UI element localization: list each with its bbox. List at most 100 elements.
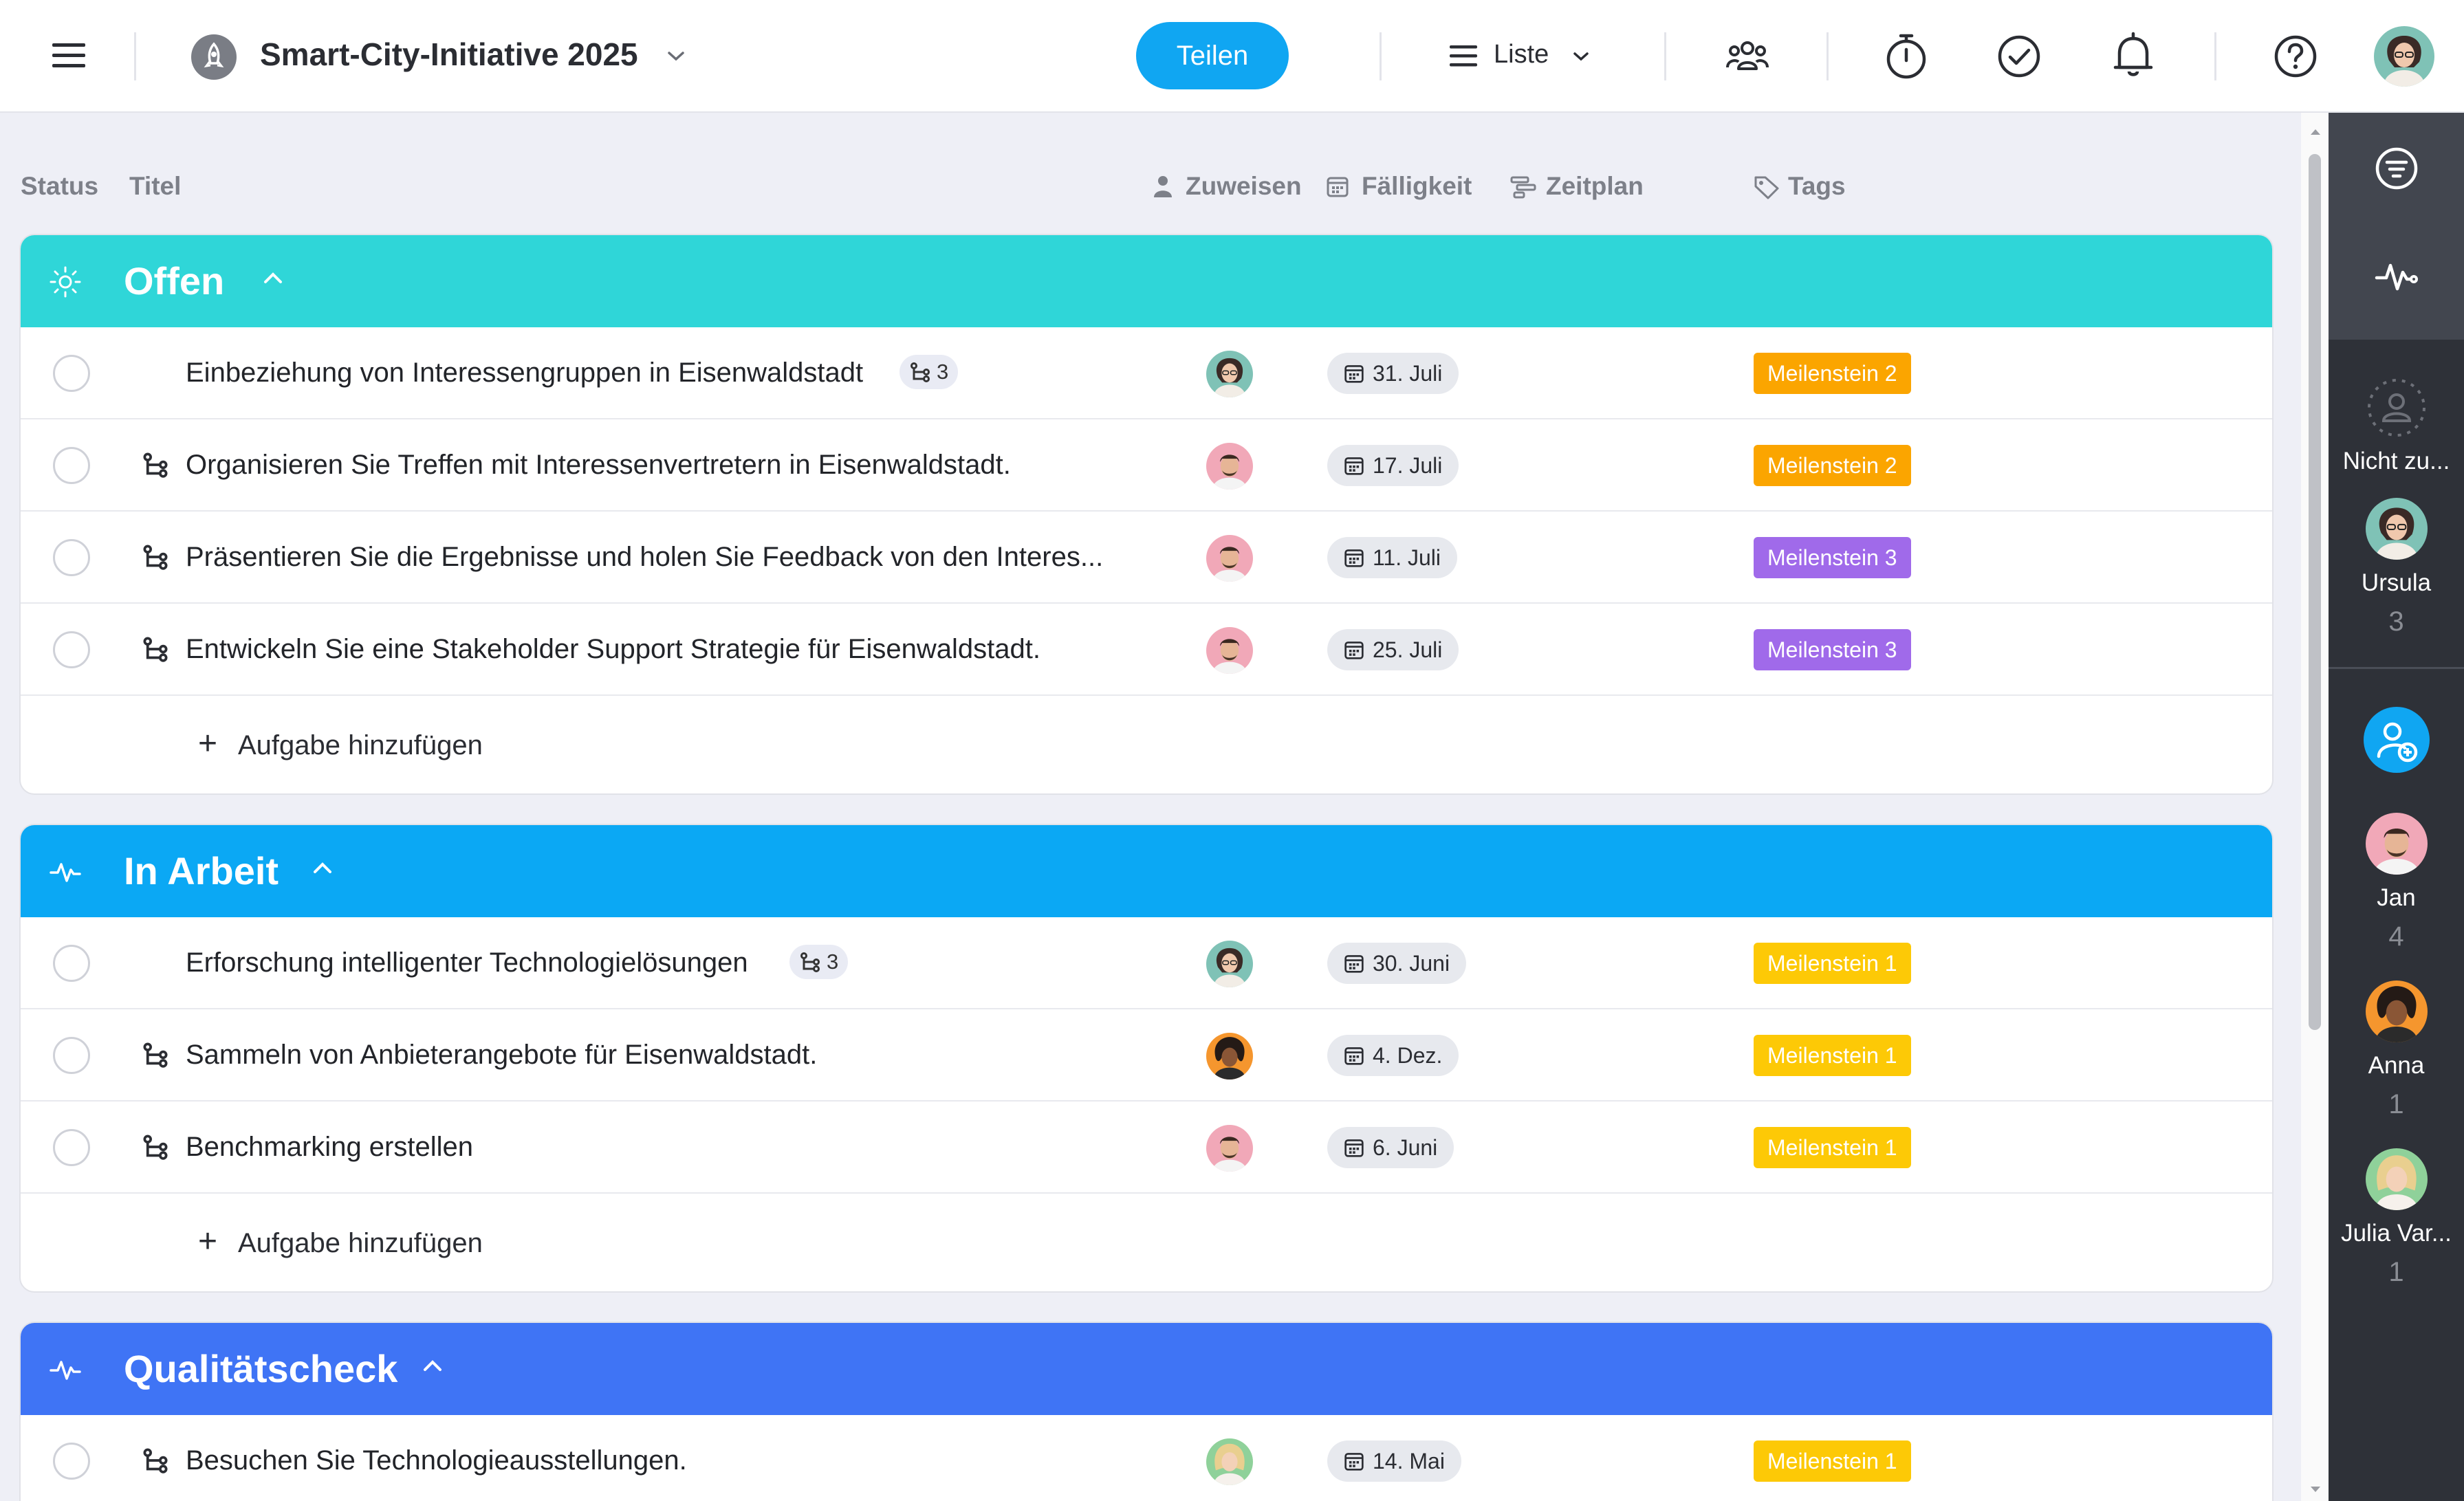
table-row[interactable]: Präsentieren Sie die Ergebnisse und hole… xyxy=(21,512,2272,604)
bell-icon[interactable] xyxy=(2113,32,2154,80)
filter-icon[interactable] xyxy=(2329,144,2464,193)
tag-badge[interactable]: Meilenstein 1 xyxy=(1754,943,1911,984)
column-assign[interactable]: Zuweisen xyxy=(1186,172,1302,201)
sidebar-person-anna[interactable]: Anna 1 xyxy=(2329,980,2464,1120)
add-task-row[interactable]: + Aufgabe hinzufügen xyxy=(21,696,2272,793)
column-status[interactable]: Status xyxy=(21,172,98,201)
scrollbar-thumb[interactable] xyxy=(2309,154,2321,1030)
task-title[interactable]: Organisieren Sie Treffen mit Interessenv… xyxy=(186,450,1011,481)
add-task-row[interactable]: + Aufgabe hinzufügen xyxy=(21,1194,2272,1291)
subtask-icon xyxy=(142,1041,169,1072)
subtask-count-badge[interactable]: 3 xyxy=(900,355,959,389)
assignee-avatar-ursula[interactable] xyxy=(1206,941,1253,987)
top-bar: Smart-City-Initiative 2025 Teilen Liste xyxy=(0,0,2464,113)
group-header[interactable]: In Arbeit xyxy=(21,825,2272,917)
task-checkbox[interactable] xyxy=(53,1037,90,1074)
activity-icon[interactable] xyxy=(2329,256,2464,297)
task-title[interactable]: Erforschung intelligenter Technologielös… xyxy=(186,947,748,978)
tag-badge[interactable]: Meilenstein 3 xyxy=(1754,629,1911,670)
task-title[interactable]: Benchmarking erstellen xyxy=(186,1132,473,1163)
add-user-button[interactable] xyxy=(2329,705,2464,774)
divider xyxy=(2214,32,2216,80)
scroll-down-icon[interactable] xyxy=(2309,1485,2322,1493)
subtask-icon xyxy=(142,635,169,666)
user-avatar[interactable] xyxy=(2374,26,2434,87)
team-icon[interactable] xyxy=(1725,37,1770,76)
column-schedule[interactable]: Zeitplan xyxy=(1546,172,1644,201)
task-checkbox[interactable] xyxy=(53,1129,90,1166)
assignee-avatar-julia[interactable] xyxy=(1206,1438,1253,1485)
assignee-avatar-jan[interactable] xyxy=(1206,443,1253,490)
column-tags[interactable]: Tags xyxy=(1788,172,1846,201)
calendar-icon xyxy=(1326,175,1349,204)
due-date-pill[interactable]: 31. Juli xyxy=(1327,353,1459,394)
assignee-avatar-ursula[interactable] xyxy=(1206,351,1253,397)
divider xyxy=(1380,32,1382,80)
group-header[interactable]: Qualitätscheck xyxy=(21,1323,2272,1415)
table-row[interactable]: Erforschung intelligenter Technologielös… xyxy=(21,917,2272,1009)
task-title[interactable]: Präsentieren Sie die Ergebnisse und hole… xyxy=(186,542,1103,573)
due-date-pill[interactable]: 30. Juni xyxy=(1327,943,1467,984)
tag-badge[interactable]: Meilenstein 3 xyxy=(1754,537,1911,578)
sidebar-person-julia[interactable]: Julia Var... 1 xyxy=(2329,1148,2464,1288)
tag-badge[interactable]: Meilenstein 2 xyxy=(1754,353,1911,394)
table-row[interactable]: Organisieren Sie Treffen mit Interessenv… xyxy=(21,419,2272,512)
task-checkbox[interactable] xyxy=(53,355,90,392)
task-title[interactable]: Besuchen Sie Technologieausstellungen. xyxy=(186,1445,687,1476)
sidebar-person-ursula[interactable]: Ursula 3 xyxy=(2329,498,2464,637)
plus-icon: + xyxy=(198,1223,218,1260)
due-date-pill[interactable]: 11. Juli xyxy=(1327,537,1458,578)
task-checkbox[interactable] xyxy=(53,631,90,668)
task-title[interactable]: Entwickeln Sie eine Stakeholder Support … xyxy=(186,634,1040,665)
list-icon[interactable] xyxy=(1448,43,1479,69)
sun-icon xyxy=(48,265,83,303)
share-button[interactable]: Teilen xyxy=(1136,22,1289,89)
due-date-pill[interactable]: 25. Juli xyxy=(1327,629,1459,670)
task-checkbox[interactable] xyxy=(53,539,90,576)
add-task-label[interactable]: Aufgabe hinzufügen xyxy=(238,1228,483,1259)
assignee-avatar-anna[interactable] xyxy=(1206,1033,1253,1080)
due-date-pill[interactable]: 4. Dez. xyxy=(1327,1035,1459,1076)
chevron-down-icon[interactable] xyxy=(1572,50,1590,63)
tag-badge[interactable]: Meilenstein 1 xyxy=(1754,1440,1911,1482)
add-task-label[interactable]: Aufgabe hinzufügen xyxy=(238,730,483,761)
table-row[interactable]: Einbeziehung von Interessengruppen in Ei… xyxy=(21,327,2272,419)
subtask-icon xyxy=(142,1133,169,1164)
assignee-avatar-jan[interactable] xyxy=(1206,535,1253,582)
subtask-count-badge[interactable]: 3 xyxy=(789,945,849,979)
help-icon[interactable] xyxy=(2274,34,2318,78)
tag-badge[interactable]: Meilenstein 1 xyxy=(1754,1035,1911,1076)
task-checkbox[interactable] xyxy=(53,1443,90,1480)
assignee-avatar-jan[interactable] xyxy=(1206,1125,1253,1172)
due-date-pill[interactable]: 17. Juli xyxy=(1327,445,1459,486)
chevron-down-icon[interactable] xyxy=(666,48,686,65)
group-header[interactable]: Offen xyxy=(21,235,2272,327)
task-checkbox[interactable] xyxy=(53,447,90,484)
scroll-up-icon[interactable] xyxy=(2309,128,2322,136)
tag-badge[interactable]: Meilenstein 2 xyxy=(1754,445,1911,486)
table-row[interactable]: Benchmarking erstellen 6. Juni Meilenste… xyxy=(21,1102,2272,1194)
chevron-up-icon[interactable] xyxy=(422,1359,443,1377)
sidebar-person-jan[interactable]: Jan 4 xyxy=(2329,813,2464,952)
table-row[interactable]: Entwickeln Sie eine Stakeholder Support … xyxy=(21,604,2272,696)
subtask-icon xyxy=(142,451,169,482)
assignee-avatar-jan[interactable] xyxy=(1206,627,1253,674)
chevron-up-icon[interactable] xyxy=(263,271,283,289)
tag-badge[interactable]: Meilenstein 1 xyxy=(1754,1127,1911,1168)
column-title[interactable]: Titel xyxy=(129,172,181,201)
chevron-up-icon[interactable] xyxy=(312,861,333,879)
column-due[interactable]: Fälligkeit xyxy=(1362,172,1472,201)
due-date-pill[interactable]: 6. Juni xyxy=(1327,1127,1454,1168)
check-circle-icon[interactable] xyxy=(1997,34,2041,78)
sidebar-unassigned[interactable]: Nicht zu... xyxy=(2329,377,2464,475)
due-date-pill[interactable]: 14. Mai xyxy=(1327,1440,1461,1482)
project-title[interactable]: Smart-City-Initiative 2025 xyxy=(260,36,638,73)
timer-icon[interactable] xyxy=(1884,32,1928,80)
table-row[interactable]: Sammeln von Anbieterangebote für Eisenwa… xyxy=(21,1009,2272,1102)
view-selector[interactable]: Liste xyxy=(1494,40,1549,69)
menu-icon[interactable] xyxy=(50,39,88,73)
task-checkbox[interactable] xyxy=(53,945,90,982)
task-title[interactable]: Einbeziehung von Interessengruppen in Ei… xyxy=(186,358,863,388)
table-row[interactable]: Besuchen Sie Technologieausstellungen. 1… xyxy=(21,1415,2272,1501)
task-title[interactable]: Sammeln von Anbieterangebote für Eisenwa… xyxy=(186,1040,817,1071)
